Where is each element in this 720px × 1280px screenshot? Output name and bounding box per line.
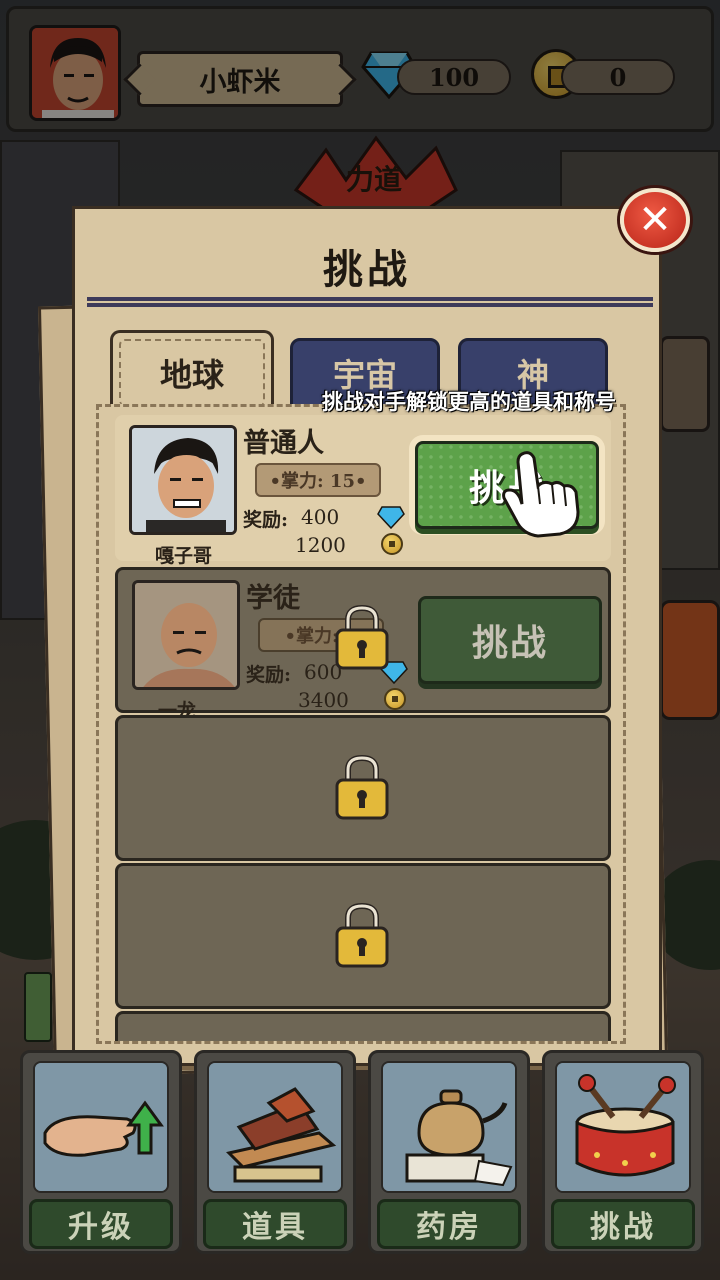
- panel-title: 挑战: [323, 246, 411, 293]
- gem-icon: [377, 506, 405, 529]
- opponent-title: 普通人: [243, 428, 324, 459]
- reward-coins: 1200: [295, 533, 346, 557]
- nav-upgrade[interactable]: 升级: [20, 1050, 182, 1254]
- lock-icon: [335, 754, 389, 820]
- palm-upgrade-icon: [35, 1063, 167, 1191]
- lock-icon: [335, 604, 389, 670]
- nav-upgrade-label: 升级: [29, 1199, 173, 1249]
- nav-items-image: [207, 1061, 343, 1193]
- bricks-icon: [209, 1063, 341, 1191]
- bottom-nav: 升级 道具 药房 挑战: [14, 1050, 706, 1260]
- opponent-title: 学徒: [246, 583, 300, 614]
- coin-icon: [381, 533, 403, 555]
- character-name: 嘎子哥: [155, 545, 213, 567]
- lock-icon: [335, 902, 389, 968]
- nav-challenge[interactable]: 挑战: [542, 1050, 704, 1254]
- nav-upgrade-image: [33, 1061, 169, 1193]
- reward-coins: 3400: [298, 688, 349, 712]
- reward-gems: 400: [301, 505, 340, 529]
- reward-label: 奖励:: [243, 509, 289, 531]
- opponent-portrait: [132, 580, 240, 690]
- nav-pharmacy[interactable]: 药房: [368, 1050, 530, 1254]
- opponent-power: •掌力: 15•: [255, 463, 381, 497]
- close-icon: ✕: [638, 197, 672, 243]
- nav-pharmacy-image: [381, 1061, 517, 1193]
- opponent-portrait: [129, 425, 237, 535]
- locked-slot: [115, 715, 611, 861]
- nav-challenge-image: [555, 1061, 691, 1193]
- title-divider: [87, 297, 653, 307]
- pointer-hand-icon: [502, 451, 580, 538]
- nav-items-label: 道具: [203, 1199, 347, 1249]
- nav-pharmacy-label: 药房: [377, 1199, 521, 1249]
- close-button[interactable]: ✕: [620, 188, 690, 252]
- locked-slot: [115, 863, 611, 1009]
- nav-challenge-label: 挑战: [551, 1199, 695, 1249]
- hint-text: 挑战对手解锁更高的道具和称号: [322, 389, 616, 414]
- teapot-icon: [383, 1063, 515, 1191]
- nav-items[interactable]: 道具: [194, 1050, 356, 1254]
- drum-icon: [557, 1063, 689, 1191]
- tab-earth[interactable]: 地球: [110, 330, 274, 412]
- challenge-button-disabled[interactable]: 挑战: [418, 596, 602, 684]
- opponent-row-locked: 学徒 •掌力: 1 奖励: 600 3400 一龙 挑战: [115, 567, 611, 722]
- coin-icon: [384, 688, 406, 710]
- reward-label: 奖励:: [246, 664, 292, 686]
- locked-slot: [115, 1011, 611, 1041]
